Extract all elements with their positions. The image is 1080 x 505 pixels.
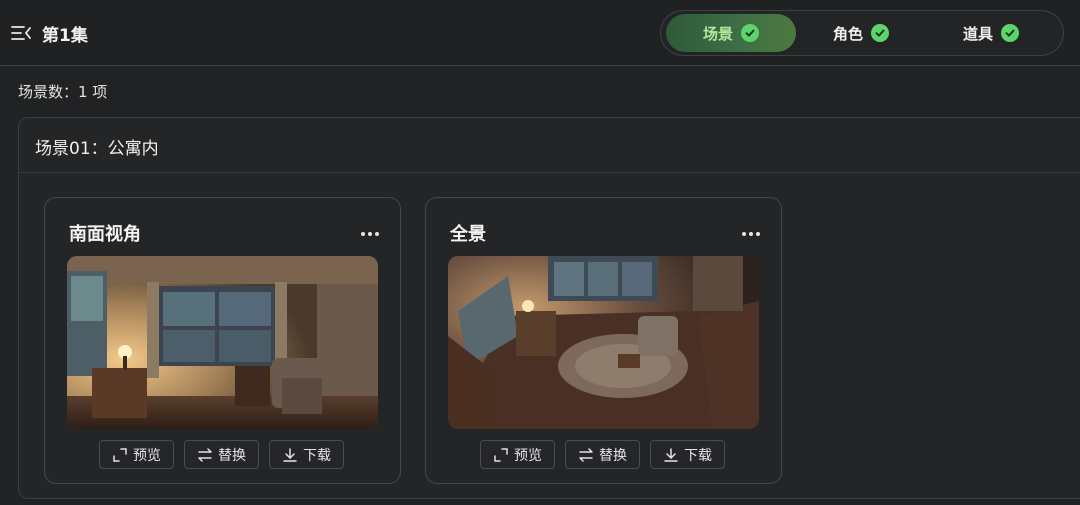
preview-button[interactable]: 预览: [99, 440, 174, 469]
tab-props[interactable]: 道具: [926, 14, 1056, 52]
card-title: 南面视角: [69, 224, 141, 245]
download-button[interactable]: 下载: [269, 440, 344, 469]
preview-button[interactable]: 预览: [480, 440, 555, 469]
swap-icon: [198, 447, 212, 462]
tab-characters-label: 角色: [832, 24, 863, 43]
tab-characters[interactable]: 角色: [796, 14, 926, 52]
expand-icon: [113, 447, 127, 462]
replace-button[interactable]: 替换: [565, 440, 640, 469]
replace-label: 替换: [599, 447, 627, 464]
card-title: 全景: [450, 224, 486, 245]
check-circle-icon: [741, 24, 759, 42]
tab-props-label: 道具: [962, 24, 993, 43]
episode-title: 第1集: [42, 26, 88, 46]
scene-image[interactable]: [448, 256, 759, 429]
scene-image-card: 全景 预览 替换 下载: [425, 197, 782, 484]
tab-scenes-label: 场景: [702, 24, 733, 43]
download-label: 下载: [684, 447, 712, 464]
expand-icon: [494, 447, 508, 462]
scene-image-card: 南面视角 预览 替换 下载: [44, 197, 401, 484]
asset-tabs: 场景 角色 道具: [660, 10, 1064, 56]
replace-label: 替换: [218, 447, 246, 464]
tab-scenes[interactable]: 场景: [666, 14, 796, 52]
scene-panel: 场景01：公寓内 南面视角 预览 替换 下载 全景 预览 替换 下载: [18, 117, 1080, 499]
more-options-icon[interactable]: [360, 224, 380, 244]
download-label: 下载: [303, 447, 331, 464]
preview-label: 预览: [514, 447, 542, 464]
preview-label: 预览: [133, 447, 161, 464]
scene-count: 场景数：1 项: [18, 83, 108, 101]
check-circle-icon: [1001, 24, 1019, 42]
replace-button[interactable]: 替换: [184, 440, 259, 469]
more-options-icon[interactable]: [741, 224, 761, 244]
scene-image[interactable]: [67, 256, 378, 429]
download-icon: [283, 447, 297, 462]
card-actions: 预览 替换 下载: [480, 440, 725, 469]
card-actions: 预览 替换 下载: [99, 440, 344, 469]
scene-title: 场景01：公寓内: [19, 118, 1080, 173]
download-icon: [664, 447, 678, 462]
swap-icon: [579, 447, 593, 462]
sidebar-toggle-icon[interactable]: [10, 22, 32, 44]
top-bar: 第1集 场景 角色 道具: [0, 0, 1080, 66]
download-button[interactable]: 下载: [650, 440, 725, 469]
check-circle-icon: [871, 24, 889, 42]
